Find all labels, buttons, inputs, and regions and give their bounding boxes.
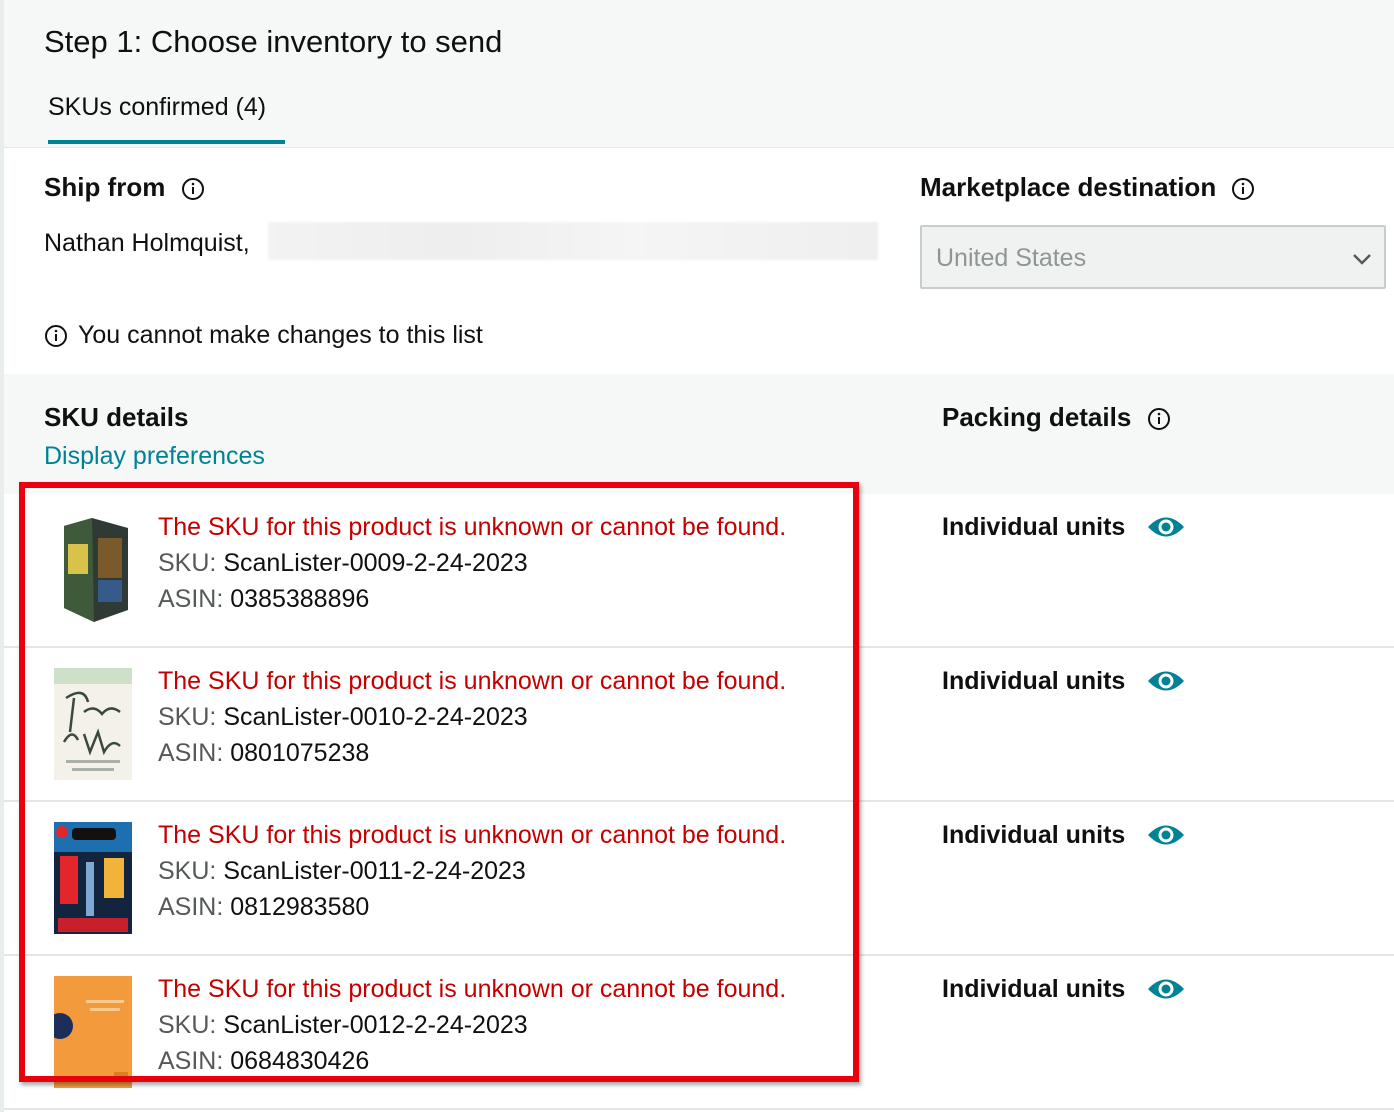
sku-label: SKU:	[158, 1011, 217, 1039]
packing-details-label: Packing details	[942, 402, 1132, 432]
sku-label: SKU:	[158, 857, 217, 885]
tab-active-indicator	[48, 140, 285, 144]
eye-icon[interactable]	[1146, 512, 1186, 542]
asin-text: 0385388896	[230, 585, 370, 613]
notice-text: You cannot make changes to this list	[78, 321, 483, 349]
sku-value: SKU: ScanLister-0009-2-24-2023	[158, 546, 528, 580]
asin-value: ASIN: 0684830426	[158, 1044, 369, 1078]
eye-icon[interactable]	[1146, 974, 1186, 1004]
sku-value: SKU: ScanLister-0011-2-24-2023	[158, 854, 526, 888]
readonly-notice: You cannot make changes to this list	[44, 318, 483, 352]
sku-error-message: The SKU for this product is unknown or c…	[158, 667, 787, 695]
product-thumbnail	[54, 822, 132, 934]
sku-label: SKU:	[158, 549, 217, 577]
packing-type: Individual units	[942, 513, 1126, 541]
asin-text: 0812983580	[230, 893, 370, 921]
sku-error-message: The SKU for this product is unknown or c…	[158, 513, 787, 541]
eye-icon[interactable]	[1146, 666, 1186, 696]
sku-text: ScanLister-0011-2-24-2023	[223, 857, 526, 885]
asin-label: ASIN:	[158, 739, 224, 767]
info-icon[interactable]	[1147, 407, 1171, 431]
sku-details-heading: SKU details	[44, 402, 189, 432]
sku-error-message: The SKU for this product is unknown or c…	[158, 821, 787, 849]
info-icon[interactable]	[181, 177, 205, 201]
display-preferences-link[interactable]: Display preferences	[44, 439, 265, 473]
page-title: Step 1: Choose inventory to send	[44, 24, 503, 59]
asin-value: ASIN: 0801075238	[158, 736, 369, 770]
sku-text: ScanLister-0009-2-24-2023	[223, 549, 528, 577]
asin-label: ASIN:	[158, 1047, 224, 1075]
step-header: Step 1: Choose inventory to send SKUs co…	[4, 0, 1394, 148]
info-icon	[44, 324, 68, 348]
sku-value: SKU: ScanLister-0012-2-24-2023	[158, 1008, 528, 1042]
asin-value: ASIN: 0812983580	[158, 890, 369, 924]
chevron-down-icon	[1350, 247, 1374, 271]
asin-label: ASIN:	[158, 893, 224, 921]
packing-type: Individual units	[942, 821, 1126, 849]
ship-from-heading: Ship from	[44, 170, 205, 204]
tab-skus-confirmed[interactable]: SKUs confirmed (4)	[48, 88, 285, 145]
packing-type: Individual units	[942, 975, 1126, 1003]
asin-value: ASIN: 0385388896	[158, 582, 369, 616]
sku-text: ScanLister-0012-2-24-2023	[223, 1011, 528, 1039]
ship-from-address: Nathan Holmquist,	[44, 229, 250, 257]
sku-label: SKU:	[158, 703, 217, 731]
send-to-amazon-page: Step 1: Choose inventory to send SKUs co…	[0, 0, 1394, 1112]
table-row: The SKU for this product is unknown or c…	[4, 956, 1394, 1110]
product-thumbnail	[54, 976, 132, 1088]
table-row: The SKU for this product is unknown or c…	[4, 494, 1394, 648]
eye-icon[interactable]	[1146, 820, 1186, 850]
sku-error-message: The SKU for this product is unknown or c…	[158, 975, 787, 1003]
sku-text: ScanLister-0010-2-24-2023	[223, 703, 528, 731]
table-row: The SKU for this product is unknown or c…	[4, 802, 1394, 956]
packing-details-heading: Packing details	[942, 400, 1171, 434]
info-icon[interactable]	[1231, 177, 1255, 201]
ship-from-label: Ship from	[44, 172, 166, 202]
sku-value: SKU: ScanLister-0010-2-24-2023	[158, 700, 528, 734]
redacted-address	[268, 222, 878, 260]
marketplace-select-value: United States	[936, 244, 1087, 272]
table-row: The SKU for this product is unknown or c…	[4, 648, 1394, 802]
marketplace-heading: Marketplace destination	[920, 170, 1255, 204]
product-thumbnail	[54, 668, 132, 780]
asin-text: 0684830426	[230, 1047, 370, 1075]
asin-text: 0801075238	[230, 739, 370, 767]
packing-type: Individual units	[942, 667, 1126, 695]
marketplace-select[interactable]: United States	[920, 225, 1386, 289]
product-thumbnail	[54, 514, 132, 626]
tab-label: SKUs confirmed (4)	[48, 93, 267, 121]
ship-from-section: Ship from Nathan Holmquist, Marketplace …	[4, 148, 1394, 374]
marketplace-label: Marketplace destination	[920, 172, 1217, 202]
sku-table-header: SKU details Display preferences Packing …	[4, 374, 1394, 494]
asin-label: ASIN:	[158, 585, 224, 613]
